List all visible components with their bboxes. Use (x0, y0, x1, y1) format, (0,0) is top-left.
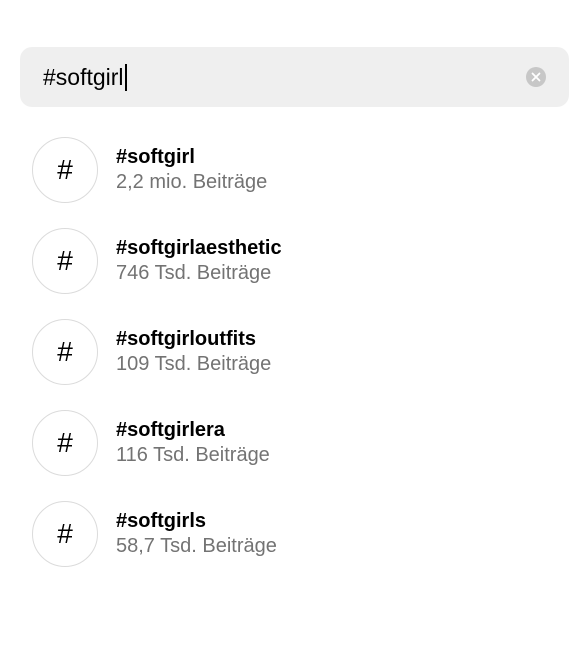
hashtag-icon: # (32, 228, 98, 294)
hashtag-post-count: 746 Tsd. Beiträge (116, 262, 272, 284)
close-icon (531, 72, 541, 82)
text-caret (124, 64, 127, 91)
hashtag-name: #softgirl (116, 146, 195, 168)
hashtag-result-row[interactable]: # #softgirloutfits 109 Tsd. Beiträge (0, 319, 582, 386)
hashtag-result-row[interactable]: # #softgirlera 116 Tsd. Beiträge (0, 410, 582, 477)
hashtag-icon: # (32, 501, 98, 567)
search-input[interactable]: #softgirl (43, 47, 127, 107)
hashtag-icon: # (32, 319, 98, 385)
hashtag-name: #softgirlaesthetic (116, 237, 282, 259)
hashtag-result-text: #softgirloutfits 109 Tsd. Beiträge (116, 327, 271, 377)
search-input-value: #softgirl (43, 64, 124, 90)
clear-search-button[interactable] (526, 67, 546, 87)
hashtag-name: #softgirloutfits (116, 328, 256, 350)
hashtag-name: #softgirlera (116, 419, 225, 441)
hashtag-post-count: 58,7 Tsd. Beiträge (116, 535, 277, 557)
search-results-list: # #softgirl 2,2 mio. Beiträge # #softgir… (0, 137, 582, 592)
hashtag-result-row[interactable]: # #softgirl 2,2 mio. Beiträge (0, 137, 582, 204)
search-bar[interactable]: #softgirl (20, 47, 569, 107)
hashtag-result-text: #softgirlera 116 Tsd. Beiträge (116, 418, 270, 468)
hashtag-result-row[interactable]: # #softgirls 58,7 Tsd. Beiträge (0, 501, 582, 568)
hashtag-result-text: #softgirl 2,2 mio. Beiträge (116, 145, 267, 195)
hashtag-result-text: #softgirls 58,7 Tsd. Beiträge (116, 509, 277, 559)
hashtag-post-count: 109 Tsd. Beiträge (116, 353, 272, 375)
hashtag-name: #softgirls (116, 510, 207, 532)
hashtag-post-count: 2,2 mio. Beiträge (116, 171, 268, 193)
hashtag-result-text: #softgirlaesthetic 746 Tsd. Beiträge (116, 236, 282, 286)
hashtag-result-row[interactable]: # #softgirlaesthetic 746 Tsd. Beiträge (0, 228, 582, 295)
hashtag-post-count: 116 Tsd. Beiträge (116, 444, 270, 466)
hashtag-icon: # (32, 137, 98, 203)
hashtag-icon: # (32, 410, 98, 476)
